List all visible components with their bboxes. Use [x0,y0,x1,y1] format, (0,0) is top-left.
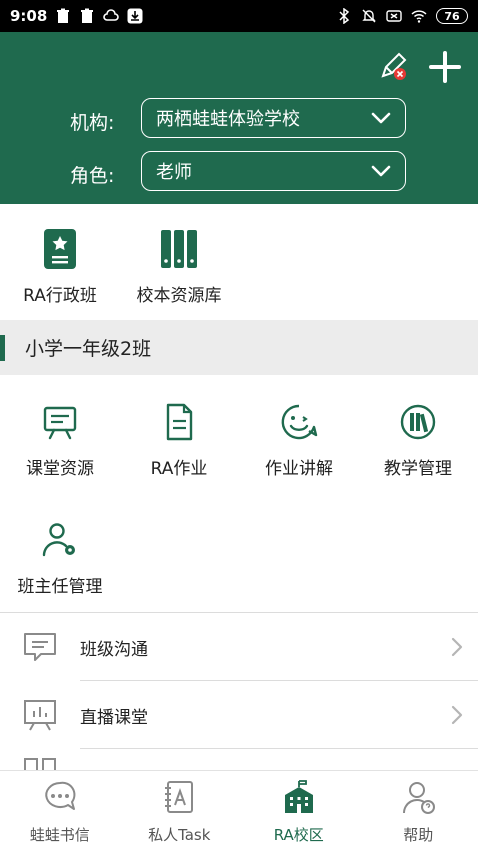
chevron-down-icon [371,112,391,124]
smile-chat-icon [281,404,318,440]
download-icon [127,8,143,24]
feature-head-teacher-management[interactable]: 班主任管理 [0,520,120,597]
org-label: 机构: [70,112,115,134]
list-item-label: 班级沟通 [80,639,148,660]
feature-label: 班主任管理 [17,577,103,597]
bell-muted-icon [362,9,376,23]
feature-label: 课堂资源 [26,459,94,479]
chat-bubble-icon [24,633,56,661]
role-select-value: 老师 [156,162,192,183]
chevron-right-icon [451,705,463,725]
class-section-header[interactable]: 小学一年级2班 [0,320,478,375]
tab-label: RA校区 [273,826,324,844]
tab-label: 帮助 [403,826,434,844]
quick-apps: RA行政班 校本资源库 [0,205,478,319]
tab-label: 私人Task [148,826,211,844]
edit-pen-icon[interactable] [377,50,409,82]
badge-star-icon [44,229,76,269]
divider [80,748,478,749]
app-ra-admin-class[interactable]: RA行政班 [14,227,106,306]
list-item-live-classroom[interactable]: 直播课堂 [0,681,478,749]
no-sim-icon [386,10,402,22]
list-item-label: 直播课堂 [80,707,148,728]
add-plus-icon[interactable] [428,50,462,84]
bottom-tab-bar: 蛙蛙书信 私人Task RA校区 帮助 [0,770,478,850]
list-icon-partial [24,758,56,770]
user-gear-icon [42,523,75,557]
header: 机构: 两栖蛙蛙体验学校 角色: 老师 [0,32,478,204]
org-select[interactable]: 两栖蛙蛙体验学校 [141,98,406,138]
feature-ra-homework[interactable]: RA作业 [119,402,239,479]
feature-teaching-management[interactable]: 教学管理 [358,402,478,479]
tab-private-task[interactable]: 私人Task [120,771,240,850]
org-select-value: 两栖蛙蛙体验学校 [156,109,300,130]
live-board-icon [24,700,56,731]
class-features-grid: 课堂资源 RA作业 作业讲解 教学管理 班主任管理 [0,376,478,612]
app-label: 校本资源库 [136,286,222,306]
trash-icon [57,8,70,23]
presentation-board-icon [43,406,77,440]
cloud-download-icon [103,9,120,21]
tab-ra-campus[interactable]: RA校区 [239,771,359,850]
feature-homework-explain[interactable]: 作业讲解 [239,402,359,479]
books-circle-icon [400,404,436,440]
bluetooth-icon [339,8,350,24]
role-label: 角色: [70,165,115,187]
battery-indicator: 76 [436,8,468,24]
chat-dots-icon [45,781,76,810]
feature-list: 班级沟通 直播课堂 [0,612,478,770]
section-accent [0,334,5,361]
books-icon [161,230,197,268]
help-user-icon [403,782,436,814]
trash-icon-2 [81,8,94,23]
wifi-icon [411,10,427,23]
status-time: 9:08 [10,7,48,25]
feature-label: 教学管理 [384,459,452,479]
feature-classroom-resources[interactable]: 课堂资源 [0,402,120,479]
chevron-down-icon [371,165,391,177]
class-title: 小学一年级2班 [25,338,152,360]
chevron-right-icon [451,637,463,657]
list-item-class-communication[interactable]: 班级沟通 [0,613,478,681]
app-label: RA行政班 [23,286,97,306]
tab-help[interactable]: 帮助 [359,771,478,850]
feature-label: 作业讲解 [265,459,333,479]
school-building-icon [284,780,313,813]
notebook-a-icon [165,781,194,813]
status-bar: 9:08 76 [0,0,478,32]
document-icon [166,403,193,441]
tab-letters[interactable]: 蛙蛙书信 [0,771,120,850]
app-school-resources[interactable]: 校本资源库 [128,227,230,306]
tab-label: 蛙蛙书信 [29,826,90,844]
feature-label: RA作业 [150,459,208,479]
role-select[interactable]: 老师 [141,151,406,191]
